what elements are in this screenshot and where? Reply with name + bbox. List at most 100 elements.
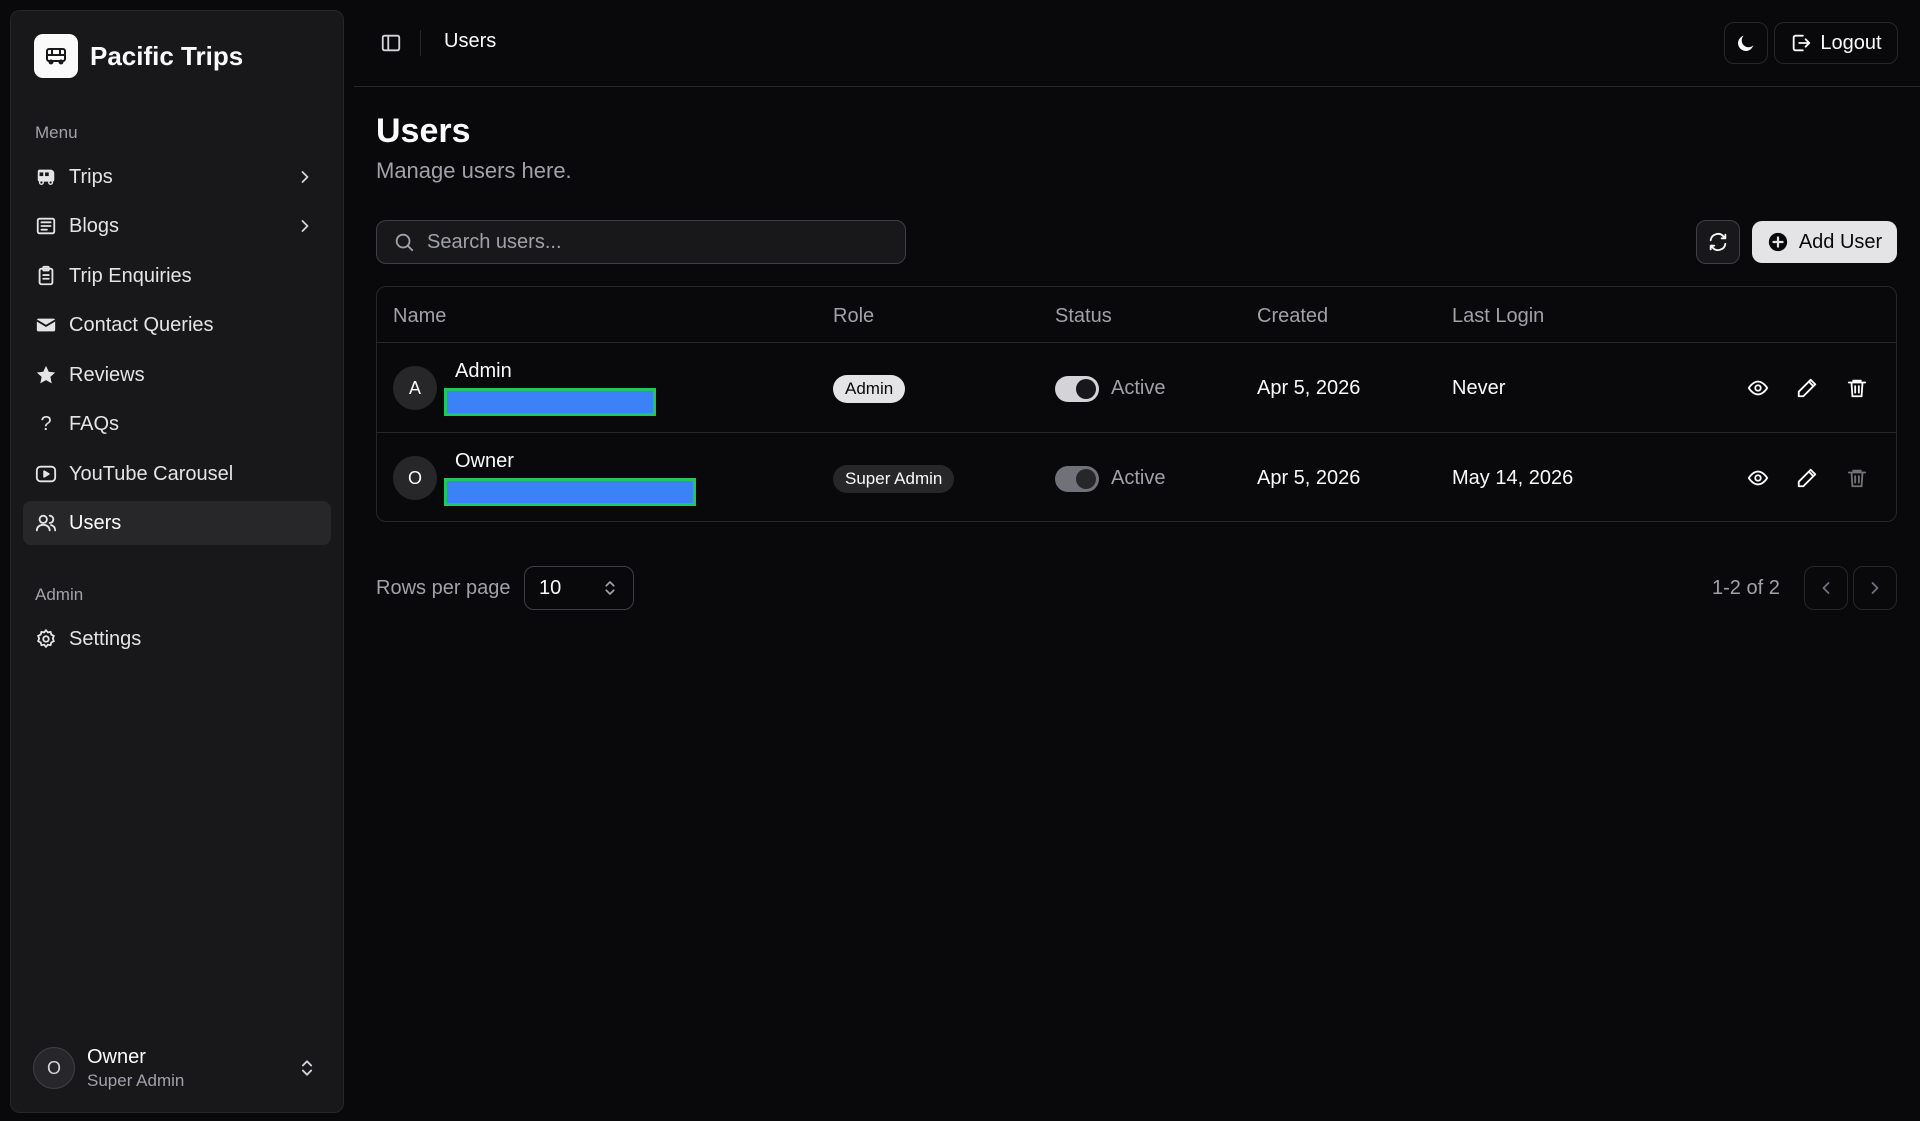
- page-subtitle: Manage users here.: [376, 158, 572, 183]
- status-label: Active: [1111, 377, 1166, 399]
- theme-toggle-button[interactable]: [1724, 22, 1768, 64]
- search-box[interactable]: [376, 220, 906, 264]
- sidebar-item-users[interactable]: Users: [23, 501, 331, 545]
- bus-icon: [35, 166, 57, 188]
- star-icon: [35, 364, 57, 386]
- chevron-left-icon: [1822, 582, 1830, 594]
- sidebar-item-trips[interactable]: Trips: [23, 155, 331, 199]
- sidebar-item-reviews[interactable]: Reviews: [23, 353, 331, 397]
- table-row: A Admin Admin Active Apr 5, 2026 Never: [377, 344, 1896, 433]
- sidebar: Pacific Trips Menu Trips Blogs Trip Enqu…: [10, 10, 344, 1113]
- redacted-email: [444, 478, 696, 506]
- newspaper-icon: [35, 215, 57, 237]
- eye-icon[interactable]: [1747, 377, 1769, 399]
- header-divider: [420, 30, 421, 56]
- users-table: Name Role Status Created Last Login A Ad…: [376, 286, 1897, 522]
- last-login: May 14, 2026: [1452, 467, 1574, 489]
- sidebar-item-label: Trip Enquiries: [69, 264, 192, 287]
- rows-per-page-value: 10: [539, 576, 562, 599]
- search-icon: [395, 233, 414, 252]
- plus-circle-icon: [1768, 232, 1787, 252]
- user-name: Owner: [455, 450, 514, 472]
- avatar: O: [393, 456, 437, 500]
- sidebar-item-label: Contact Queries: [69, 313, 214, 336]
- role-badge: Super Admin: [833, 465, 955, 493]
- created-date: Apr 5, 2026: [1257, 377, 1361, 399]
- toggle-knob: [1076, 469, 1096, 489]
- last-login: Never: [1452, 377, 1506, 399]
- status-toggle[interactable]: [1055, 466, 1099, 492]
- column-header-name[interactable]: Name: [393, 305, 446, 328]
- user-menu[interactable]: O Owner Super Admin: [33, 1044, 333, 1092]
- app-root: Pacific Trips Menu Trips Blogs Trip Enqu…: [0, 0, 1920, 1121]
- chevron-right-icon: [301, 171, 309, 183]
- column-header-created[interactable]: Created: [1257, 305, 1328, 328]
- breadcrumb: Users: [444, 30, 497, 52]
- rows-per-page-label: Rows per page: [376, 577, 511, 599]
- page-title: Users: [376, 112, 471, 150]
- eye-icon[interactable]: [1747, 467, 1769, 489]
- search-input[interactable]: [427, 230, 867, 254]
- chevrons-up-down-icon: [605, 581, 615, 595]
- rows-per-page-select[interactable]: 10: [524, 566, 634, 610]
- role-badge: Admin: [833, 375, 906, 403]
- logout-button[interactable]: Logout: [1774, 22, 1898, 64]
- created-date: Apr 5, 2026: [1257, 467, 1361, 489]
- previous-page-button[interactable]: [1804, 566, 1848, 610]
- column-header-role[interactable]: Role: [833, 305, 874, 328]
- add-user-button[interactable]: Add User: [1752, 221, 1897, 263]
- refresh-button[interactable]: [1696, 220, 1740, 264]
- refresh-icon: [1709, 233, 1727, 251]
- clipboard-icon: [35, 265, 57, 287]
- admin-group-label: Admin: [35, 585, 84, 604]
- gear-icon: [35, 628, 57, 650]
- sidebar-item-label: Reviews: [69, 363, 145, 386]
- sidebar-item-trip-enquiries[interactable]: Trip Enquiries: [23, 254, 331, 298]
- sidebar-item-label: Settings: [69, 627, 142, 650]
- add-user-label: Add User: [1798, 230, 1883, 253]
- brand-name: Pacific Trips: [90, 40, 244, 71]
- users-icon: [35, 512, 57, 534]
- toggle-knob: [1076, 379, 1096, 399]
- sidebar-item-label: Trips: [69, 165, 113, 188]
- sidebar-item-label: Blogs: [69, 214, 120, 237]
- sidebar-item-contact-queries[interactable]: Contact Queries: [23, 303, 331, 347]
- pencil-icon[interactable]: [1796, 377, 1818, 399]
- user-menu-text: Owner Super Admin: [87, 1046, 184, 1091]
- chevrons-up-down-icon: [301, 1060, 313, 1076]
- chevron-right-icon: [1871, 582, 1879, 594]
- sidebar-item-settings[interactable]: Settings: [23, 617, 331, 661]
- status-label: Active: [1111, 467, 1166, 489]
- logout-icon: [1793, 34, 1811, 52]
- youtube-icon: [35, 463, 57, 485]
- menu-group-label: Menu: [35, 123, 78, 142]
- sidebar-item-youtube-carousel[interactable]: YouTube Carousel: [23, 452, 331, 496]
- pencil-icon[interactable]: [1796, 467, 1818, 489]
- logout-label: Logout: [1820, 31, 1882, 54]
- chevron-right-icon: [301, 220, 309, 232]
- status-toggle[interactable]: [1055, 376, 1099, 402]
- redacted-email: [444, 388, 656, 416]
- moon-icon: [1738, 35, 1754, 51]
- table-header: Name Role Status Created Last Login: [377, 287, 1896, 343]
- user-role: Super Admin: [87, 1070, 185, 1090]
- top-header: Users Logout: [354, 0, 1920, 87]
- pagination-range: 1-2 of 2: [1712, 577, 1780, 599]
- table-row: O Owner Super Admin Active Apr 5, 2026 M…: [377, 434, 1896, 521]
- trash-icon: [1847, 469, 1867, 488]
- sidebar-toggle-icon[interactable]: [380, 32, 402, 54]
- avatar: A: [393, 366, 437, 410]
- column-header-last-login[interactable]: Last Login: [1452, 305, 1544, 328]
- avatar: O: [33, 1047, 75, 1089]
- bus-logo-icon: [34, 34, 78, 78]
- column-header-status[interactable]: Status: [1055, 305, 1112, 328]
- user-name: Owner: [87, 1045, 146, 1068]
- next-page-button[interactable]: [1853, 566, 1897, 610]
- mail-icon: [35, 314, 57, 336]
- sidebar-item-label: FAQs: [69, 412, 120, 435]
- brand[interactable]: Pacific Trips: [34, 34, 243, 78]
- question-icon: ?: [40, 412, 52, 435]
- trash-icon[interactable]: [1846, 377, 1868, 399]
- sidebar-item-blogs[interactable]: Blogs: [23, 204, 331, 248]
- sidebar-item-faqs[interactable]: ? FAQs: [23, 402, 331, 446]
